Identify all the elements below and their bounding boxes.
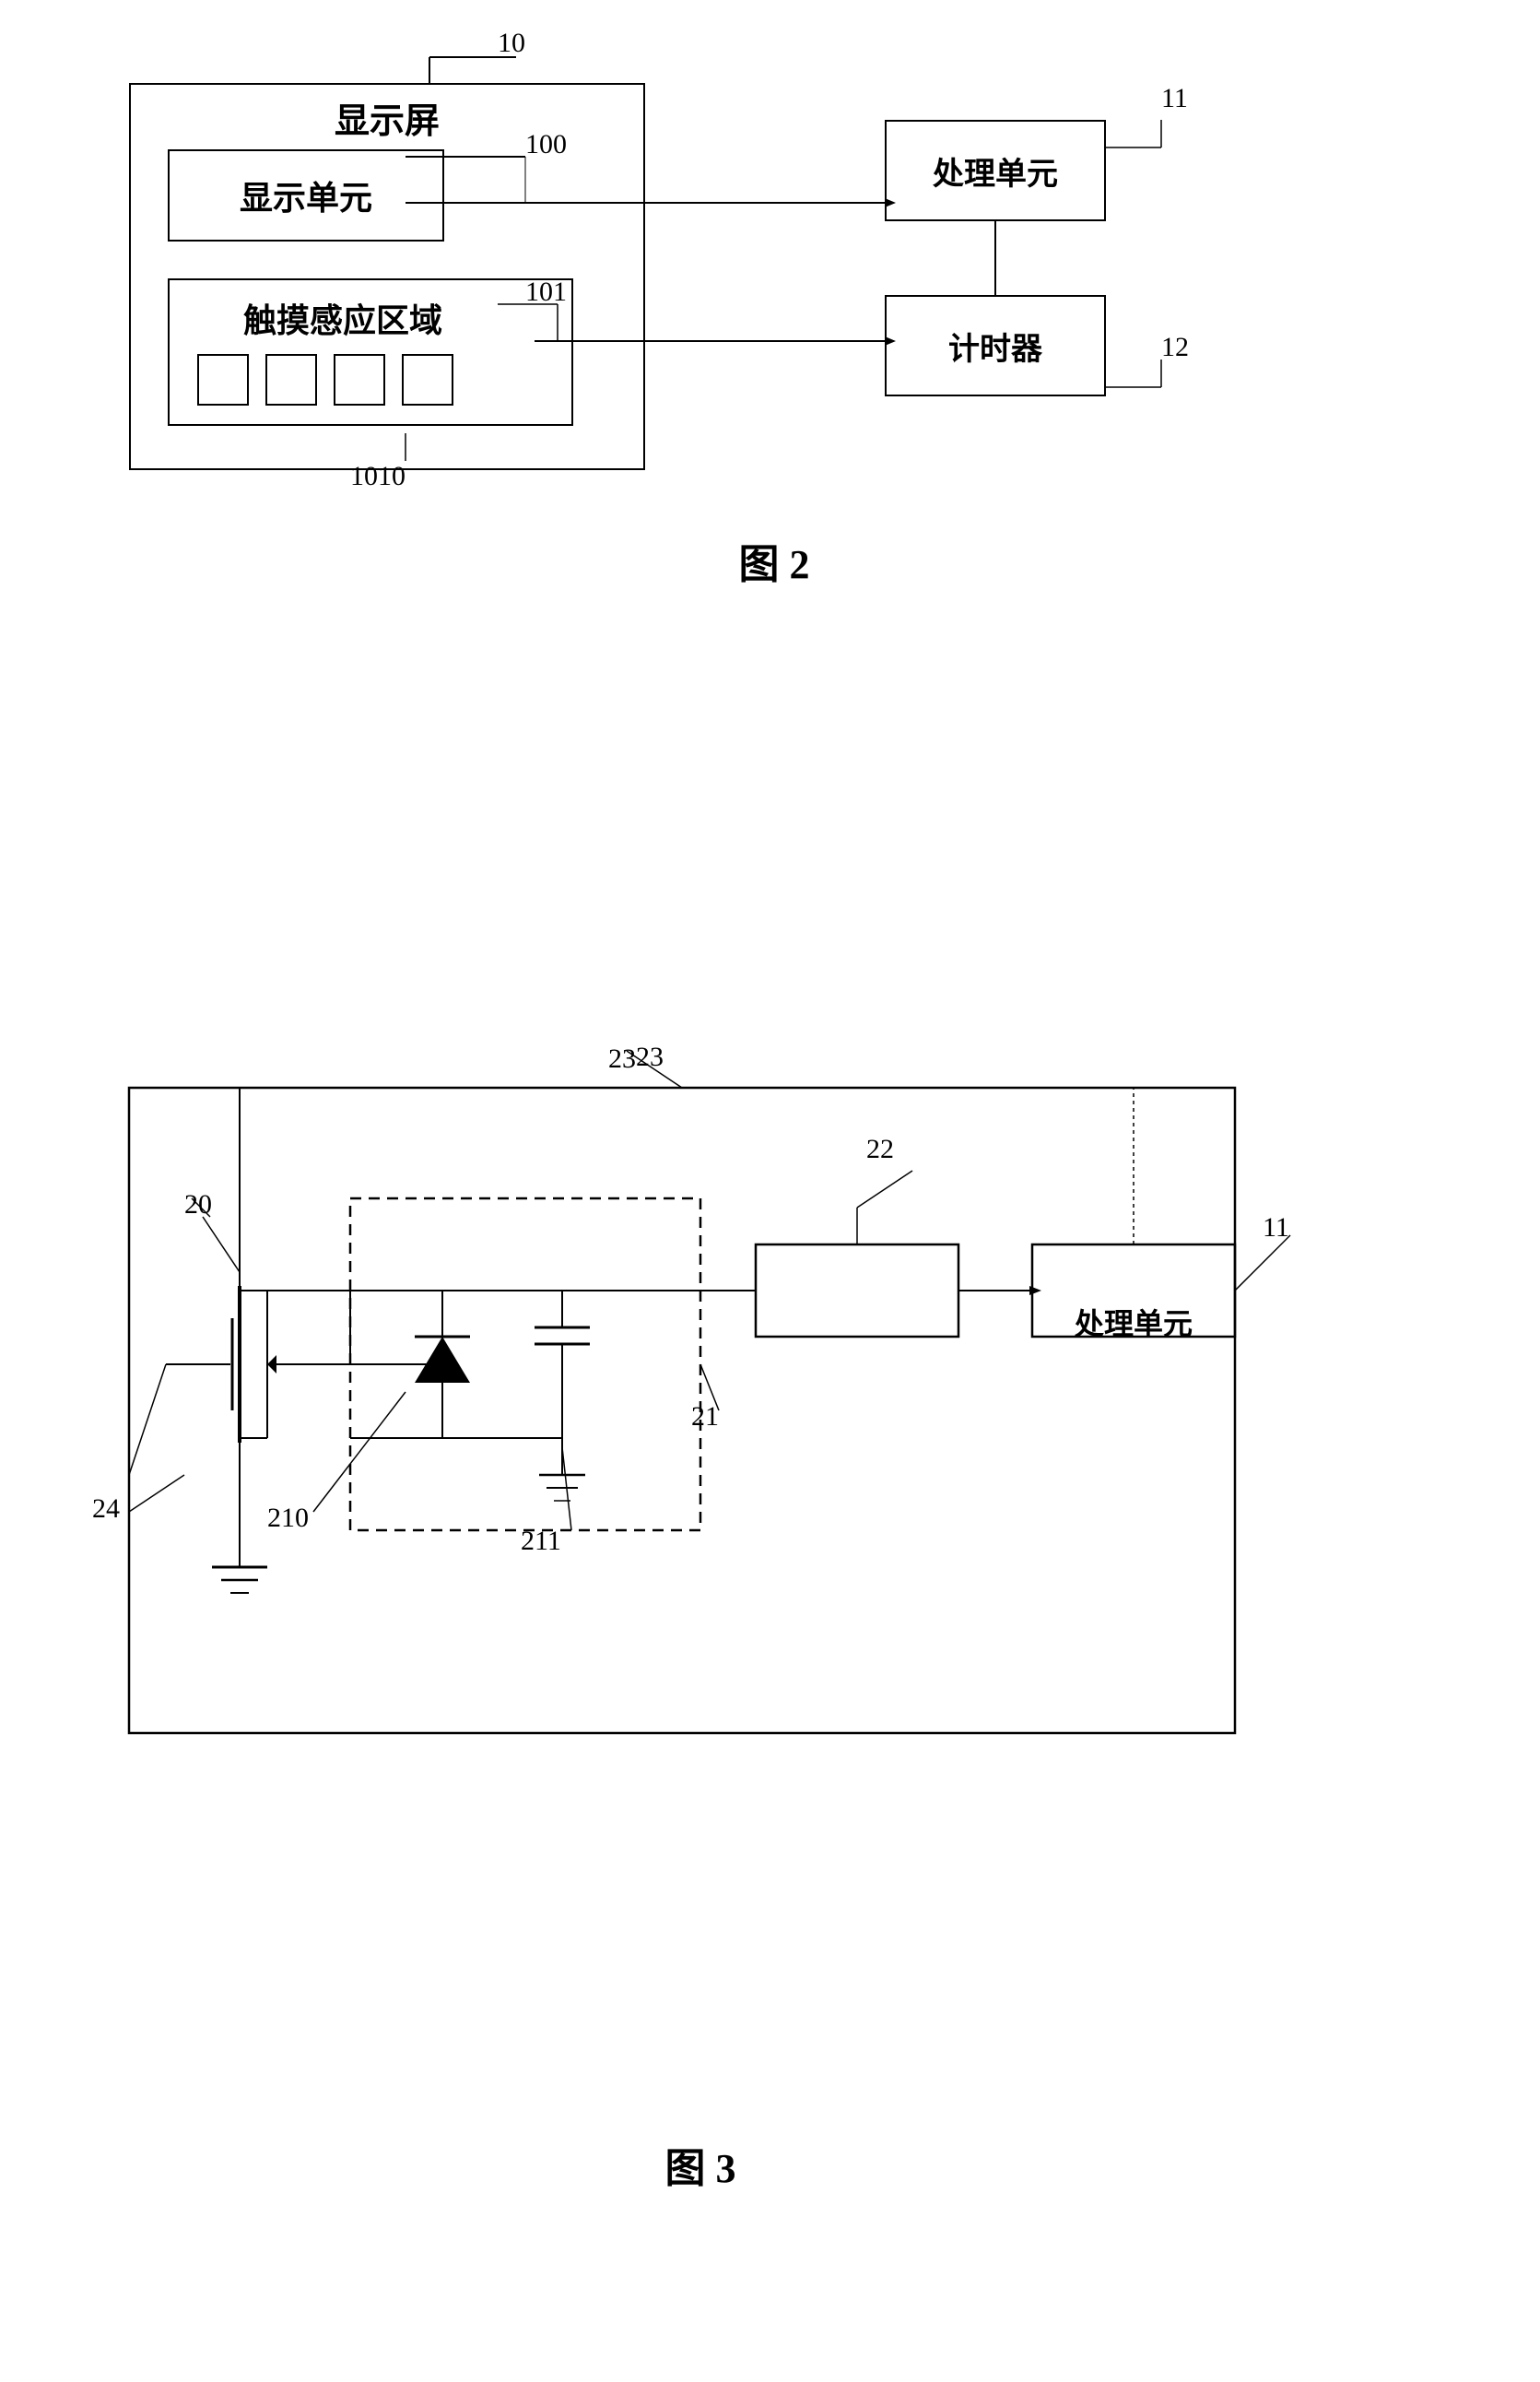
- timer-box: 计时器: [885, 295, 1106, 396]
- fig3-caption: 图 3: [55, 2135, 1346, 2194]
- figure-3-area: 23: [55, 1014, 1493, 2231]
- touch-sensor-box: 触摸感应区域: [168, 278, 573, 426]
- ref-label-23: 23: [608, 1044, 636, 1075]
- fig2-caption: 图 2: [55, 531, 1493, 590]
- touch-square-4: [402, 354, 453, 406]
- fig3-svg: [55, 1014, 1493, 2120]
- ref-label-21: 21: [691, 1401, 719, 1433]
- touch-square-2: [265, 354, 317, 406]
- display-unit-label: 显示单元: [240, 171, 372, 219]
- touch-squares: [197, 354, 453, 406]
- figure-2-area: 10 显示屏 显示单元 触摸感应区域 100 101: [55, 28, 1493, 599]
- ref-11: 11: [1161, 83, 1188, 114]
- touch-square-3: [334, 354, 385, 406]
- ref-label-22: 22: [866, 1134, 894, 1165]
- ref-label-24: 24: [92, 1493, 120, 1525]
- display-screen-box: 显示屏 显示单元 触摸感应区域: [129, 83, 645, 470]
- touch-square-1: [197, 354, 249, 406]
- processing-unit-label: 处理单元: [933, 148, 1058, 194]
- ref-100: 100: [525, 129, 567, 160]
- ref-101: 101: [525, 277, 567, 308]
- ref-10: 10: [498, 28, 525, 59]
- processing-unit-box: 处理单元: [885, 120, 1106, 221]
- touch-sensor-title: 触摸感应区域: [243, 294, 442, 342]
- page: 10 显示屏 显示单元 触摸感应区域 100 101: [0, 0, 1540, 2382]
- ref-label-20: 20: [184, 1189, 212, 1220]
- timer-label: 计时器: [948, 324, 1042, 369]
- ref-label-211: 211: [521, 1526, 561, 1557]
- display-unit-box: 显示单元: [168, 149, 444, 242]
- ref-label-210: 210: [267, 1503, 309, 1534]
- ref-12: 12: [1161, 332, 1189, 363]
- processing-unit-label-3: 处理单元: [1032, 1276, 1235, 1368]
- ref-1010: 1010: [350, 461, 406, 492]
- ref-label-11: 11: [1263, 1212, 1289, 1244]
